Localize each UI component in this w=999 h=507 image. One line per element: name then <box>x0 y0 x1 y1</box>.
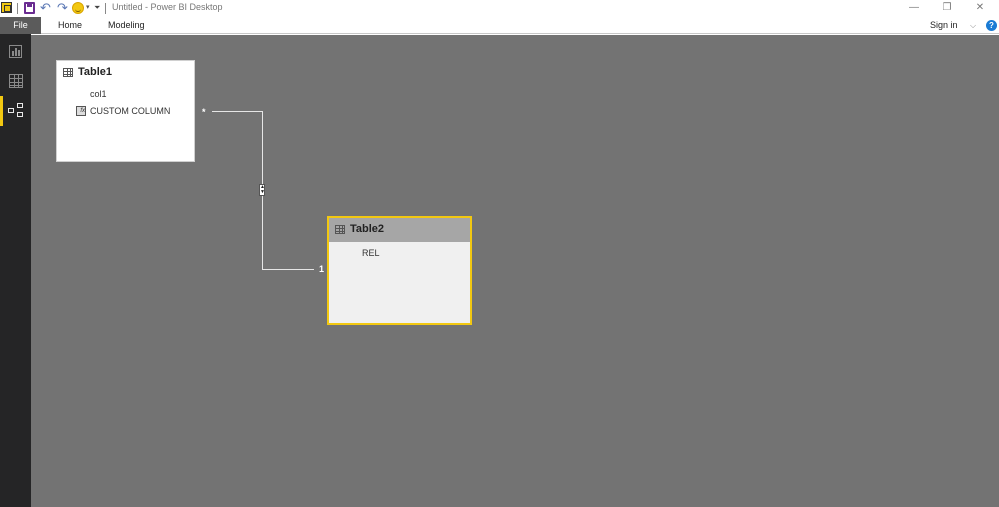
table-header[interactable]: Table1 <box>57 61 194 85</box>
sign-in-link[interactable]: Sign in <box>930 17 958 34</box>
table-name: Table2 <box>350 223 385 235</box>
tab-modeling[interactable]: Modeling <box>108 17 145 34</box>
help-icon[interactable]: ? <box>986 20 997 31</box>
customize-toolbar-icon[interactable]: ⏷ <box>94 3 100 13</box>
close-button[interactable]: ✕ <box>968 0 992 17</box>
field-custom-column[interactable]: CUSTOM COLUMN <box>90 106 170 116</box>
table-header[interactable]: Table2 <box>329 218 470 242</box>
bar-chart-icon <box>9 45 22 58</box>
cardinality-one-label: 1 <box>319 264 325 274</box>
toolbar-separator <box>105 3 106 14</box>
relationships-icon <box>8 103 24 119</box>
table-icon <box>63 68 73 77</box>
relationship-line-segment[interactable] <box>262 269 314 270</box>
view-switcher <box>0 34 31 507</box>
power-bi-app-icon[interactable] <box>1 2 12 13</box>
field-rel[interactable]: REL <box>362 248 380 258</box>
toolbar-separator <box>17 3 18 14</box>
feedback-dropdown-icon[interactable]: ▾ <box>86 3 90 11</box>
relationship-line-segment[interactable] <box>212 111 263 112</box>
redo-icon[interactable]: ↷ <box>57 1 68 15</box>
tab-file[interactable]: File <box>0 17 41 34</box>
window-title: Untitled - Power BI Desktop <box>112 2 223 12</box>
cardinality-many-label: * <box>202 107 206 117</box>
nav-data-view[interactable] <box>0 66 31 96</box>
nav-relationships-view[interactable] <box>0 96 31 126</box>
ribbon-tabs: File Home Modeling Sign in ⌵ ? <box>0 17 999 34</box>
undo-icon[interactable]: ↶ <box>40 1 51 15</box>
field-col1[interactable]: col1 <box>90 89 107 99</box>
restore-button[interactable]: ❐ <box>935 0 959 17</box>
cross-filter-direction-icon[interactable]: ▲ ▼ <box>259 184 265 196</box>
table-grid-icon <box>9 74 23 88</box>
save-icon[interactable] <box>24 2 35 14</box>
table-icon <box>335 225 345 234</box>
table-card-table2[interactable]: Table2 REL <box>327 216 472 325</box>
tab-home[interactable]: Home <box>58 17 82 34</box>
minimize-button[interactable]: — <box>902 0 926 17</box>
calculated-column-icon: fx <box>76 106 86 116</box>
nav-report-view[interactable] <box>0 36 31 66</box>
title-bar: ↶ ↷ ▾ ⏷ Untitled - Power BI Desktop — ❐ … <box>0 0 999 17</box>
table-card-table1[interactable]: Table1 col1 fx CUSTOM COLUMN <box>56 60 195 162</box>
collapse-ribbon-chevron-icon[interactable]: ⌵ <box>970 17 976 34</box>
table-name: Table1 <box>78 66 113 78</box>
feedback-smile-icon[interactable] <box>72 2 84 14</box>
